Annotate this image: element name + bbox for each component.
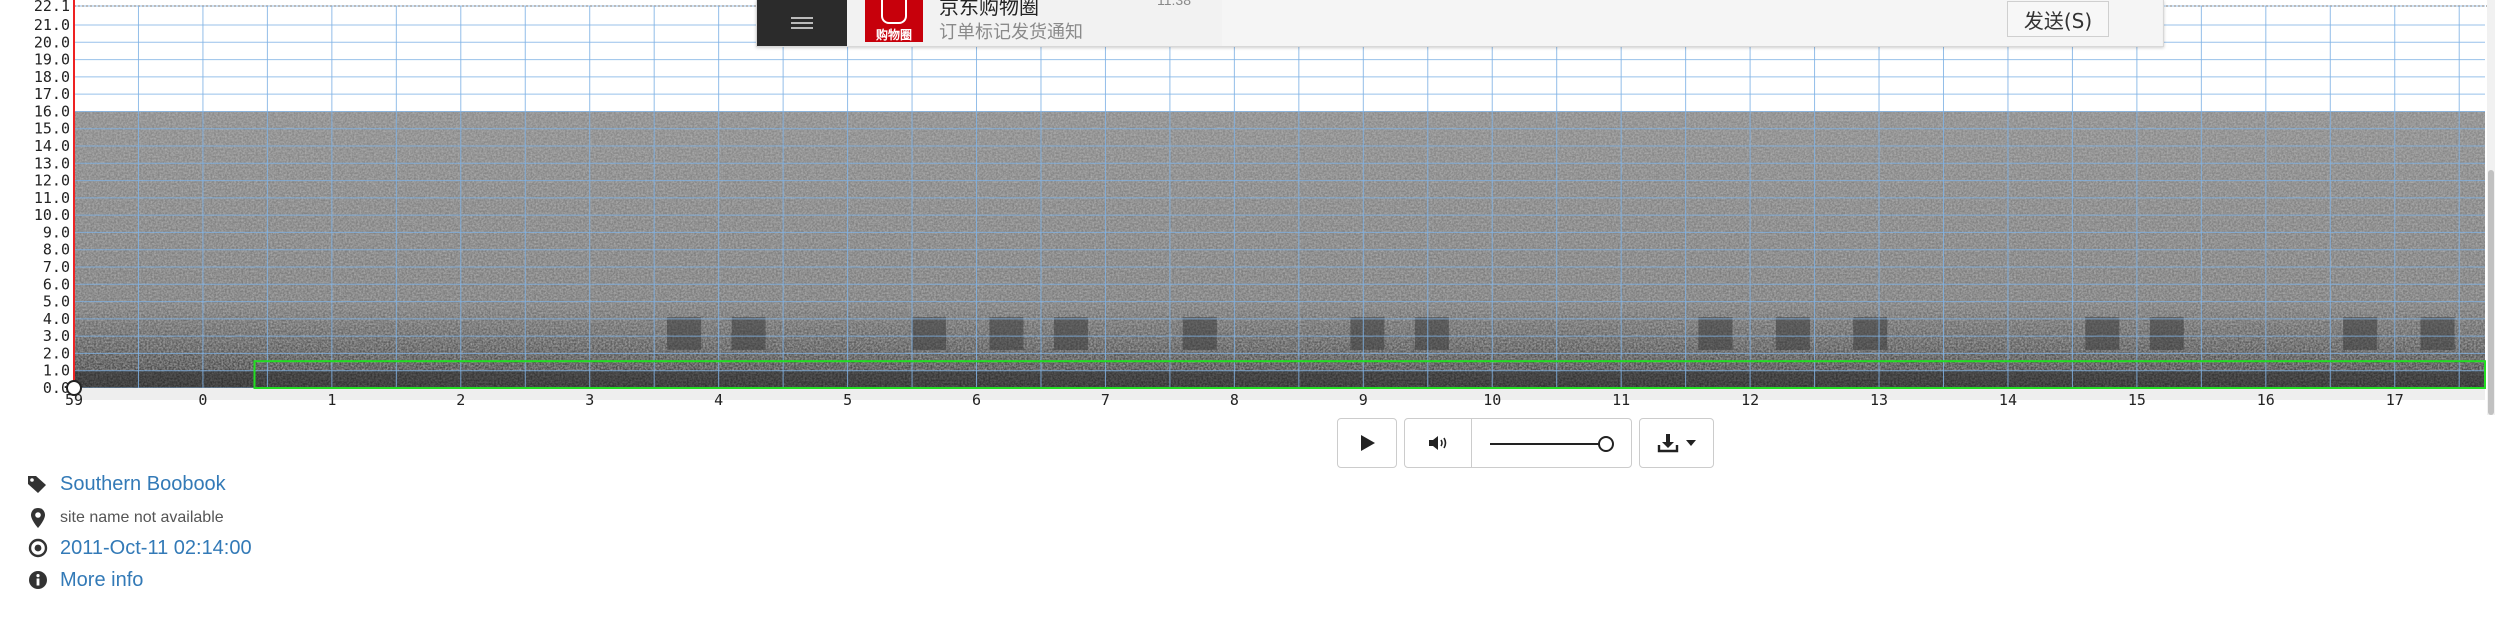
y-tick-label: 11.0 bbox=[34, 189, 70, 207]
x-tick-label: 17 bbox=[2386, 391, 2404, 409]
x-tick-label: 10 bbox=[1483, 391, 1501, 409]
x-tick-label: 11 bbox=[1612, 391, 1630, 409]
y-tick-label: 21.0 bbox=[34, 16, 70, 34]
x-tick-label: 12 bbox=[1741, 391, 1759, 409]
send-button[interactable]: 发送(S) bbox=[2007, 1, 2109, 37]
spectrogram[interactable]: 0.01.02.03.04.05.06.07.08.09.010.011.012… bbox=[0, 0, 2495, 415]
cursor-handle[interactable] bbox=[66, 380, 82, 396]
volume-control[interactable] bbox=[1404, 418, 1632, 468]
more-info-link[interactable]: More info bbox=[60, 569, 143, 592]
y-tick-label: 15.0 bbox=[34, 120, 70, 138]
call-mark bbox=[912, 317, 947, 350]
y-tick-label: 5.0 bbox=[43, 293, 70, 311]
y-tick-label: 10.0 bbox=[34, 206, 70, 224]
y-tick-label: 2.0 bbox=[43, 344, 70, 362]
meta-more-info-row: More info bbox=[26, 568, 143, 592]
call-mark bbox=[731, 317, 766, 350]
meta-datetime-row: 2011-Oct-11 02:14:00 bbox=[26, 536, 252, 560]
x-tick-label: 16 bbox=[2257, 391, 2275, 409]
x-tick-label: 2 bbox=[456, 391, 465, 409]
play-icon bbox=[1361, 435, 1375, 451]
y-tick-label: 12.0 bbox=[34, 172, 70, 190]
y-tick-label: 18.0 bbox=[34, 68, 70, 86]
call-mark bbox=[1182, 317, 1217, 350]
x-tick-label: 15 bbox=[2128, 391, 2146, 409]
x-tick-label: 5 bbox=[843, 391, 852, 409]
species-link[interactable]: Southern Boobook bbox=[60, 473, 226, 496]
meta-species-row: Southern Boobook bbox=[26, 472, 226, 496]
call-mark bbox=[2343, 317, 2378, 350]
info-icon bbox=[26, 568, 50, 592]
play-button[interactable] bbox=[1337, 418, 1397, 468]
notification-app-title: 京东购物圈 bbox=[939, 0, 1039, 19]
y-tick-label: 17.0 bbox=[34, 85, 70, 103]
notification-message: 订单标记发货通知 bbox=[939, 22, 1083, 42]
menu-icon[interactable] bbox=[757, 0, 847, 46]
scrollbar-thumb[interactable] bbox=[2488, 170, 2494, 415]
y-tick-label: 8.0 bbox=[43, 241, 70, 259]
y-tick-label: 3.0 bbox=[43, 327, 70, 345]
call-mark bbox=[2149, 317, 2184, 350]
y-tick-label: 13.0 bbox=[34, 154, 70, 172]
notification-time: 11:38 bbox=[1157, 0, 1191, 8]
site-name: site name not available bbox=[60, 509, 224, 526]
y-tick-label: 22.1 bbox=[34, 0, 70, 15]
call-mark bbox=[1853, 317, 1888, 350]
download-icon bbox=[1657, 434, 1678, 453]
caret-down-icon bbox=[1685, 440, 1696, 446]
volume-slider[interactable] bbox=[1472, 419, 1631, 467]
call-mark bbox=[667, 317, 702, 350]
y-tick-label: 6.0 bbox=[43, 275, 70, 293]
meta-site-row: site name not available bbox=[26, 506, 224, 530]
volume-thumb[interactable] bbox=[1598, 436, 1614, 452]
call-mark bbox=[1053, 317, 1088, 350]
x-tick-label: 8 bbox=[1230, 391, 1239, 409]
volume-icon bbox=[1429, 436, 1447, 450]
x-axis-strip bbox=[74, 388, 2485, 400]
tags-icon bbox=[26, 472, 50, 496]
y-tick-label: 14.0 bbox=[34, 137, 70, 155]
call-mark bbox=[1414, 317, 1449, 350]
y-tick-label: 1.0 bbox=[43, 362, 70, 380]
x-tick-label: 14 bbox=[1999, 391, 2017, 409]
call-mark bbox=[1775, 317, 1810, 350]
y-tick-label: 16.0 bbox=[34, 102, 70, 120]
y-tick-label: 9.0 bbox=[43, 223, 70, 241]
mute-button[interactable] bbox=[1405, 419, 1472, 467]
x-tick-label: 0 bbox=[198, 391, 207, 409]
low-band bbox=[74, 370, 2485, 388]
volume-track bbox=[1490, 443, 1607, 445]
logo-text: 购物圈 bbox=[875, 28, 912, 42]
spectrogram-panel[interactable]: 0.0 1.0 2.0 3.0 4.0 5.0 6.0 7.0 8.0 9.0 10.0 11.0 12… bbox=[0, 0, 2495, 415]
call-mark bbox=[1350, 317, 1385, 350]
x-tick-label: 3 bbox=[585, 391, 594, 409]
x-tick-label: 1 bbox=[327, 391, 336, 409]
notification-popup[interactable]: 购物圈 京东购物圈 11:38 订单标记发货通知 发送(S) bbox=[756, 0, 2164, 47]
y-tick-label: 4.0 bbox=[43, 310, 70, 328]
x-tick-label: 7 bbox=[1101, 391, 1110, 409]
x-tick-label: 6 bbox=[972, 391, 981, 409]
download-dropdown-button[interactable] bbox=[1639, 418, 1714, 468]
x-tick-label: 13 bbox=[1870, 391, 1888, 409]
map-marker-icon bbox=[26, 506, 50, 530]
record-time-icon bbox=[26, 536, 50, 560]
call-mark bbox=[1698, 317, 1733, 350]
call-mark bbox=[2420, 317, 2455, 350]
y-tick-label: 7.0 bbox=[43, 258, 70, 276]
y-tick-label: 20.0 bbox=[34, 33, 70, 51]
x-tick-label: 9 bbox=[1359, 391, 1368, 409]
call-mark bbox=[989, 317, 1024, 350]
y-tick-label: 19.0 bbox=[34, 51, 70, 69]
jd-logo: 购物圈 bbox=[865, 0, 923, 42]
call-mark bbox=[2085, 317, 2120, 350]
x-tick-label: 4 bbox=[714, 391, 723, 409]
datetime-link[interactable]: 2011-Oct-11 02:14:00 bbox=[60, 537, 252, 560]
